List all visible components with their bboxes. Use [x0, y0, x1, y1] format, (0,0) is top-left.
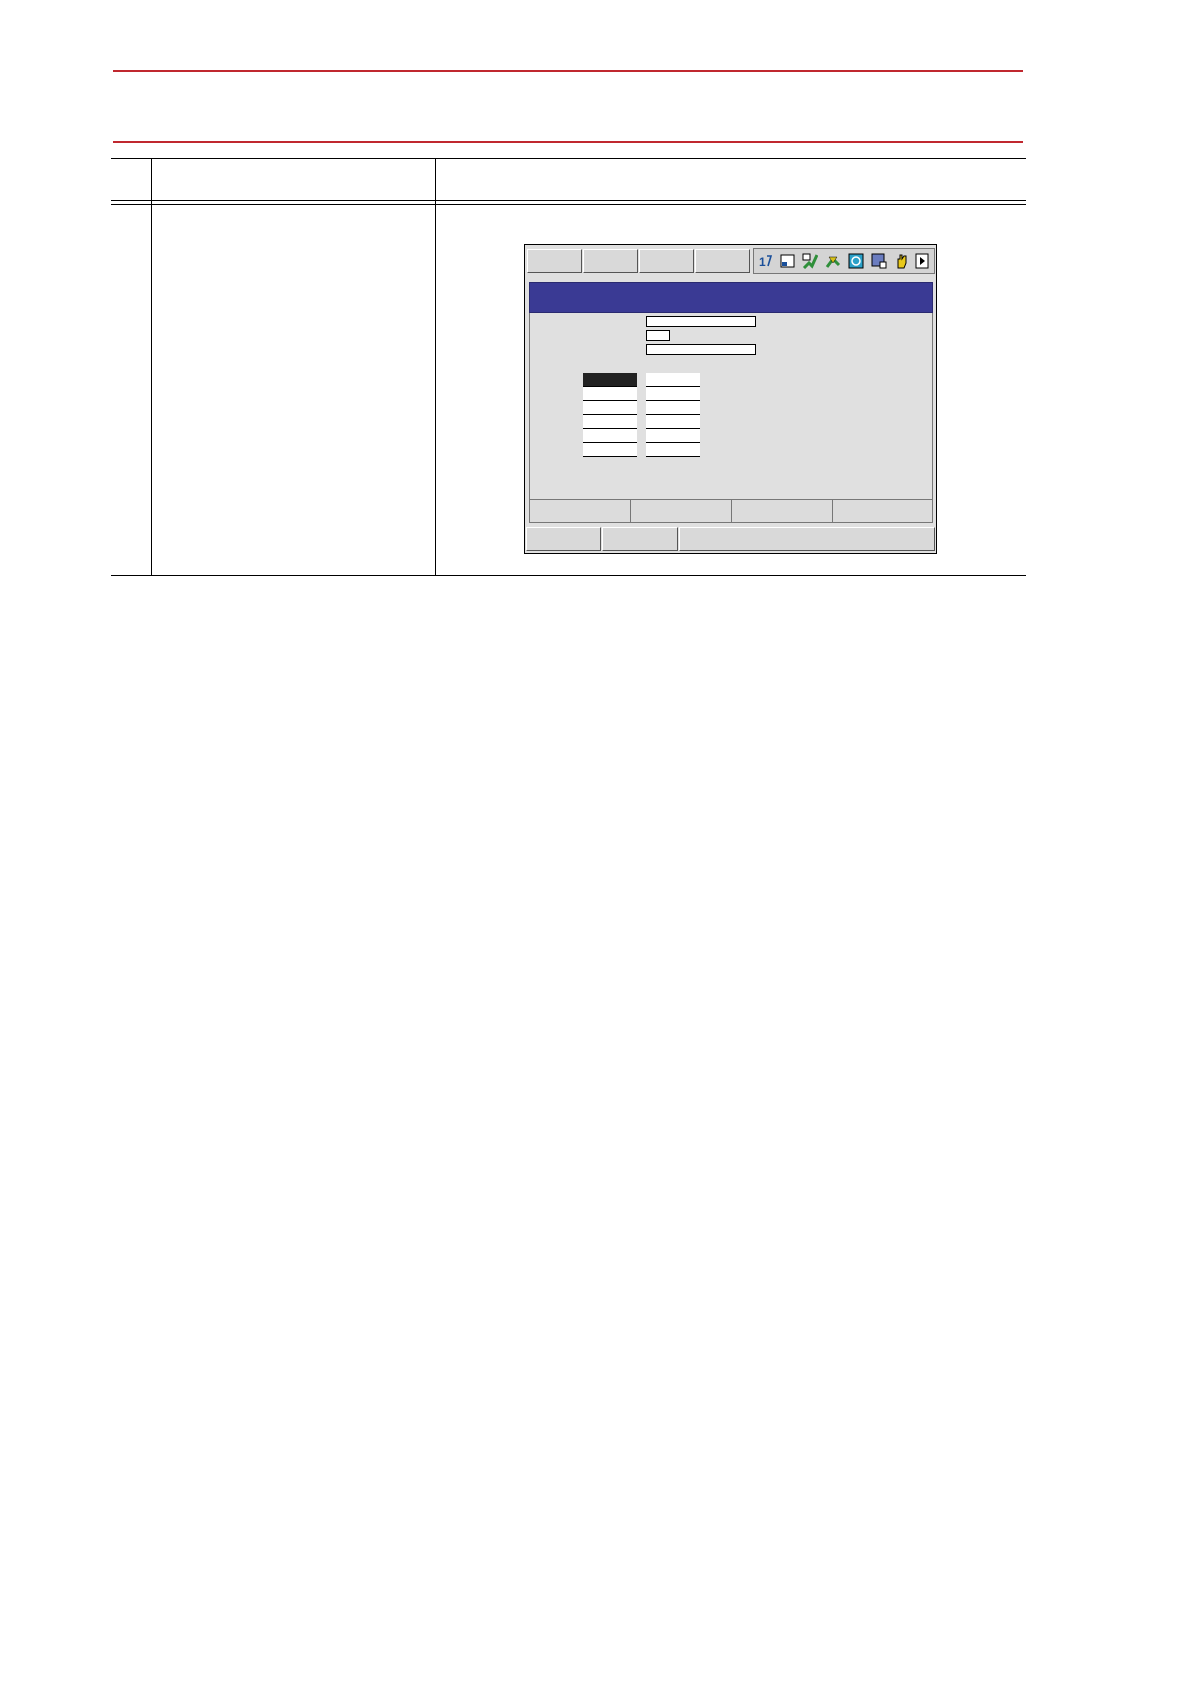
soft-key-2[interactable]: [631, 500, 732, 522]
menu-tab-3[interactable]: [639, 249, 694, 273]
soft-key-row: [529, 499, 933, 523]
play-icon[interactable]: [914, 253, 930, 269]
table-cell-right-3[interactable]: [646, 401, 700, 415]
soft-key-3[interactable]: [732, 500, 833, 522]
table-cell-right-5[interactable]: [646, 429, 700, 443]
table-cell-left-5[interactable]: [583, 429, 637, 443]
table-col-divider-1: [151, 158, 152, 575]
bottom-button-2[interactable]: [602, 527, 678, 551]
window-icon[interactable]: [780, 253, 796, 269]
menu-tab-1[interactable]: [527, 249, 582, 273]
table-cell-right-2[interactable]: [646, 387, 700, 401]
status-icon-bar: 1: [753, 248, 935, 274]
message-area: [679, 527, 935, 551]
svg-text:1: 1: [759, 255, 766, 269]
header-top-rule: [113, 70, 1023, 72]
menu-tab-4[interactable]: [695, 249, 750, 273]
table-cell-right-4[interactable]: [646, 415, 700, 429]
input-field-2[interactable]: [646, 330, 670, 341]
header-bottom-rule: [113, 141, 1023, 143]
tool-icon[interactable]: [825, 253, 841, 269]
playback-icon[interactable]: [848, 253, 864, 269]
table-cell-left-4[interactable]: [583, 415, 637, 429]
cycle-icon[interactable]: 1: [758, 253, 774, 269]
input-field-1[interactable]: [646, 316, 756, 327]
menu-tab-2[interactable]: [583, 249, 638, 273]
bottom-button-1[interactable]: [526, 527, 601, 551]
pendant-screen: 1: [524, 244, 937, 554]
content-area: [529, 313, 933, 499]
table-cell-right-6[interactable]: [646, 443, 700, 457]
window-title-bar: [529, 282, 933, 313]
soft-key-1[interactable]: [530, 500, 631, 522]
table-top-rule: [111, 158, 1026, 159]
table-header-rule-2: [111, 204, 1026, 205]
table-col-divider-2: [435, 158, 436, 575]
table-cell-left-2[interactable]: [583, 387, 637, 401]
table-cell-left-1[interactable]: [583, 373, 637, 387]
monitor-icon[interactable]: [871, 253, 887, 269]
table-bottom-rule: [111, 575, 1026, 576]
table-header-rule-1: [111, 200, 1026, 201]
table-cell-left-6[interactable]: [583, 443, 637, 457]
hand-icon[interactable]: [894, 253, 910, 269]
input-field-3[interactable]: [646, 344, 756, 355]
servo-icon[interactable]: [802, 253, 819, 270]
table-cell-right-1[interactable]: [646, 373, 700, 387]
table-cell-left-3[interactable]: [583, 401, 637, 415]
soft-key-4[interactable]: [833, 500, 932, 522]
